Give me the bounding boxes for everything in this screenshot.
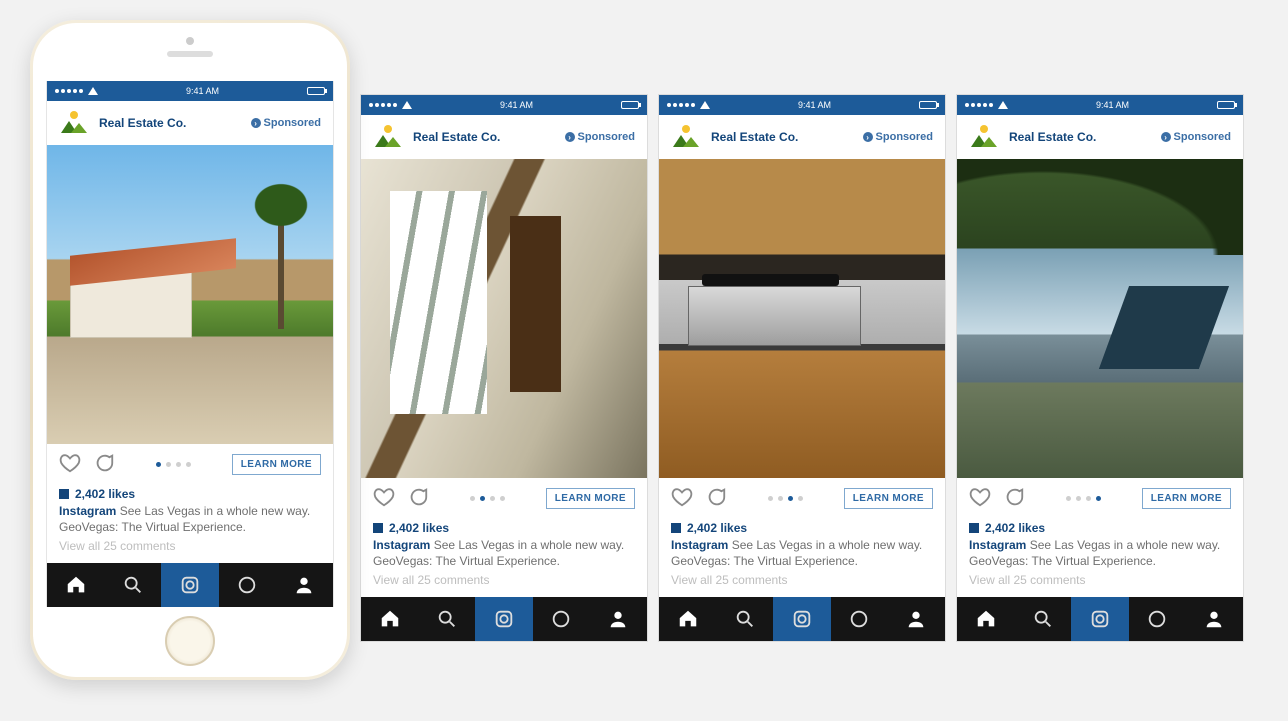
status-time: 9:41 AM <box>500 100 533 110</box>
instagram-card-2: 9:41 AM Real Estate Co. ›Sponsored LEARN… <box>658 94 946 642</box>
status-bar: 9:41 AM <box>361 95 647 115</box>
signal-icon <box>55 87 98 95</box>
post-image[interactable] <box>659 159 945 478</box>
tab-home[interactable] <box>47 563 104 607</box>
status-bar: 9:41 AM <box>47 81 333 101</box>
like-icon[interactable] <box>671 486 693 511</box>
likes-count[interactable]: 2,402 likes <box>957 515 1243 537</box>
like-icon[interactable] <box>969 486 991 511</box>
post-caption: Instagram See Las Vegas in a whole new w… <box>47 503 333 539</box>
instagram-card-0: 9:41 AM Real Estate Co. ›Sponsored <box>46 81 334 607</box>
post-caption: Instagram See Las Vegas in a whole new w… <box>957 537 1243 573</box>
tab-activity[interactable] <box>219 563 276 607</box>
cta-button[interactable]: LEARN MORE <box>546 488 635 509</box>
tab-camera[interactable] <box>161 563 218 607</box>
account-logo[interactable] <box>969 125 999 149</box>
tab-home[interactable] <box>361 597 418 641</box>
tab-bar <box>47 563 333 607</box>
tab-profile[interactable] <box>888 597 945 641</box>
tab-search[interactable] <box>1014 597 1071 641</box>
tab-camera[interactable] <box>1071 597 1128 641</box>
post-image[interactable] <box>361 159 647 478</box>
cta-button[interactable]: LEARN MORE <box>844 488 933 509</box>
tab-home[interactable] <box>659 597 716 641</box>
status-time: 9:41 AM <box>798 100 831 110</box>
cta-button[interactable]: LEARN MORE <box>1142 488 1231 509</box>
tab-search[interactable] <box>418 597 475 641</box>
sponsored-label[interactable]: ›Sponsored <box>565 131 635 143</box>
post-image[interactable] <box>47 145 333 444</box>
sponsored-label[interactable]: ›Sponsored <box>1161 131 1231 143</box>
view-comments-link[interactable]: View all 25 comments <box>361 573 647 597</box>
post-caption: Instagram See Las Vegas in a whole new w… <box>659 537 945 573</box>
tab-camera[interactable] <box>475 597 532 641</box>
tab-profile[interactable] <box>590 597 647 641</box>
account-name[interactable]: Real Estate Co. <box>413 130 500 144</box>
account-logo[interactable] <box>59 111 89 135</box>
wifi-icon <box>88 87 98 95</box>
status-bar: 9:41 AM <box>957 95 1243 115</box>
iphone-frame: 9:41 AM Real Estate Co. ›Sponsored <box>30 20 350 680</box>
status-time: 9:41 AM <box>186 86 219 96</box>
carousel-dots <box>768 496 803 501</box>
account-logo[interactable] <box>373 125 403 149</box>
post-caption: Instagram See Las Vegas in a whole new w… <box>361 537 647 573</box>
carousel-dots <box>156 462 191 467</box>
post-image[interactable] <box>957 159 1243 478</box>
view-comments-link[interactable]: View all 25 comments <box>47 539 333 563</box>
like-icon[interactable] <box>59 452 81 477</box>
carousel-dots <box>1066 496 1101 501</box>
tab-home[interactable] <box>957 597 1014 641</box>
phone-camera-dot <box>186 37 194 45</box>
likes-count[interactable]: 2,402 likes <box>47 481 333 503</box>
status-time: 9:41 AM <box>1096 100 1129 110</box>
tab-profile[interactable] <box>276 563 333 607</box>
tab-activity[interactable] <box>533 597 590 641</box>
status-bar: 9:41 AM <box>659 95 945 115</box>
battery-icon <box>307 87 325 95</box>
post-header: Real Estate Co. ›Sponsored <box>47 101 333 145</box>
account-name[interactable]: Real Estate Co. <box>711 130 798 144</box>
comment-icon[interactable] <box>407 486 429 511</box>
sponsored-label[interactable]: ›Sponsored <box>251 117 321 129</box>
comment-icon[interactable] <box>1003 486 1025 511</box>
phone-speaker <box>167 51 213 57</box>
tab-search[interactable] <box>716 597 773 641</box>
cta-button[interactable]: LEARN MORE <box>232 454 321 475</box>
tab-search[interactable] <box>104 563 161 607</box>
tab-camera[interactable] <box>773 597 830 641</box>
comment-icon[interactable] <box>705 486 727 511</box>
account-name[interactable]: Real Estate Co. <box>99 116 186 130</box>
view-comments-link[interactable]: View all 25 comments <box>957 573 1243 597</box>
sponsored-label[interactable]: ›Sponsored <box>863 131 933 143</box>
comment-icon[interactable] <box>93 452 115 477</box>
account-name[interactable]: Real Estate Co. <box>1009 130 1096 144</box>
tab-activity[interactable] <box>1129 597 1186 641</box>
tab-profile[interactable] <box>1186 597 1243 641</box>
instagram-card-3: 9:41 AM Real Estate Co. ›Sponsored LEARN… <box>956 94 1244 642</box>
like-icon[interactable] <box>373 486 395 511</box>
likes-count[interactable]: 2,402 likes <box>361 515 647 537</box>
view-comments-link[interactable]: View all 25 comments <box>659 573 945 597</box>
account-logo[interactable] <box>671 125 701 149</box>
phone-home-button[interactable] <box>165 616 215 666</box>
carousel-dots <box>470 496 505 501</box>
instagram-card-1: 9:41 AM Real Estate Co. ›Sponsored LEARN… <box>360 94 648 642</box>
tab-activity[interactable] <box>831 597 888 641</box>
likes-count[interactable]: 2,402 likes <box>659 515 945 537</box>
